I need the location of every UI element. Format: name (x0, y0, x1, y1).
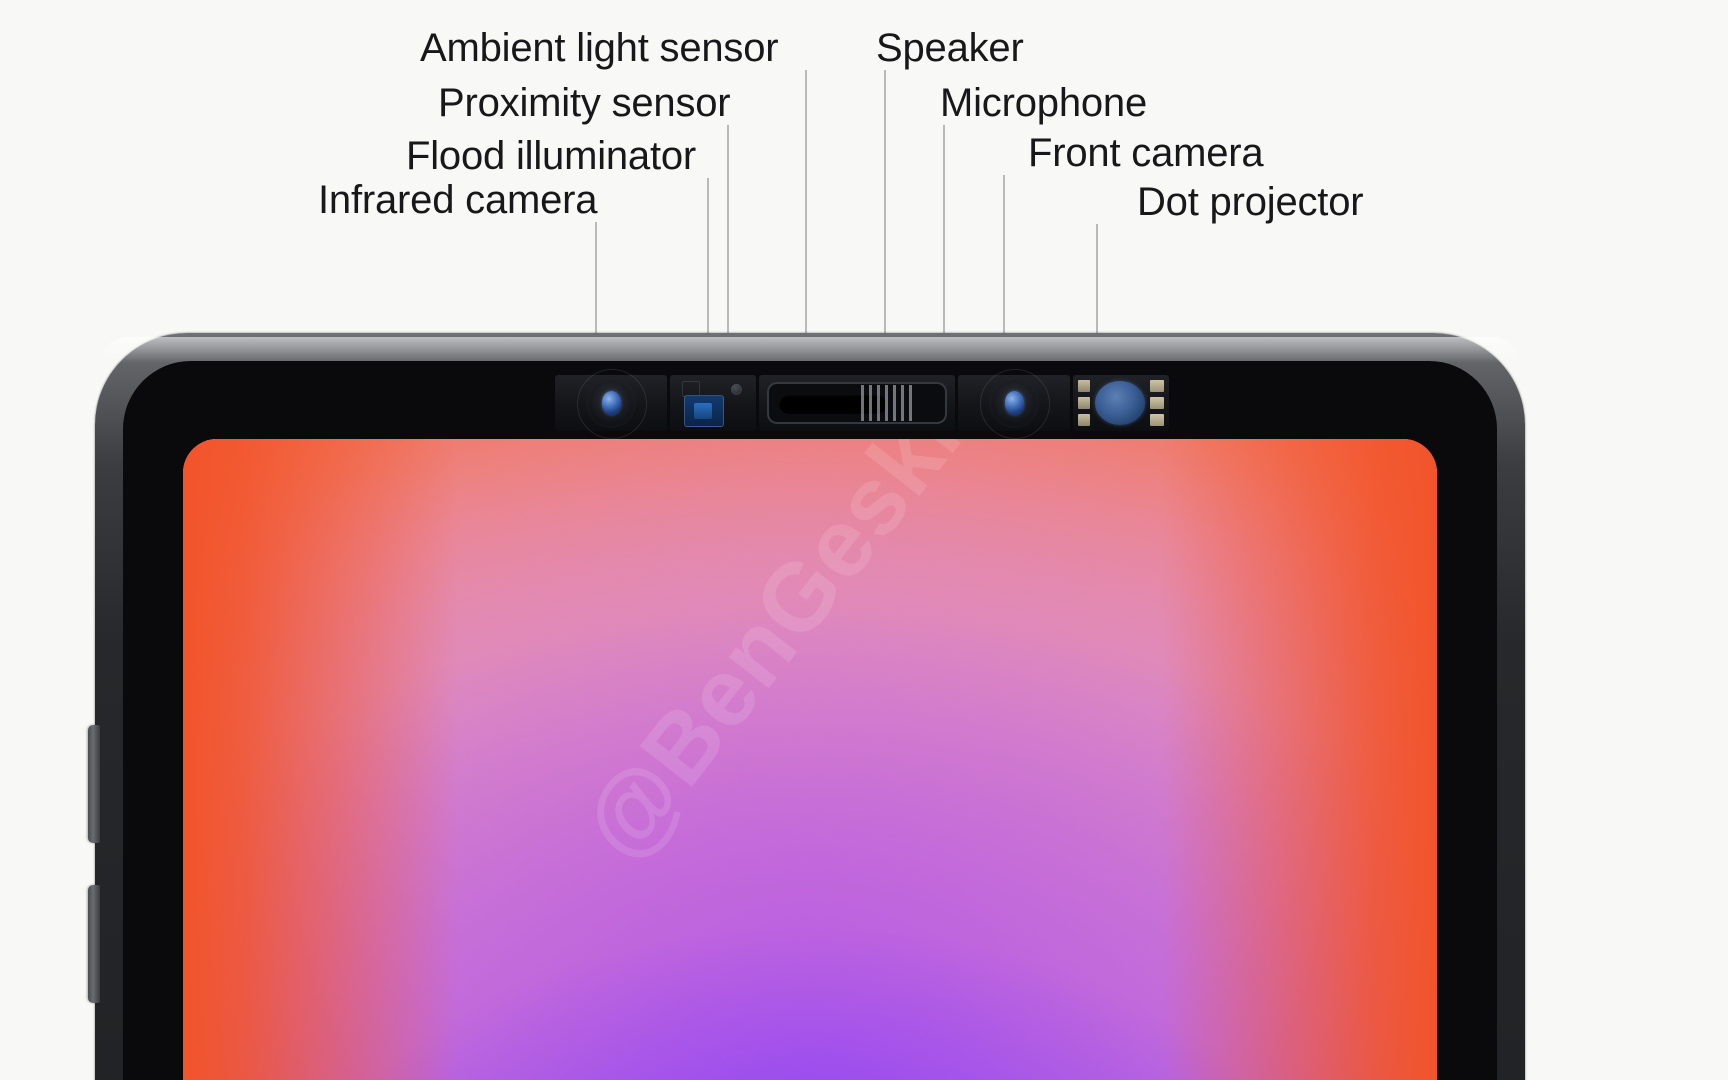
phone-screen: @BenGeskin (183, 439, 1437, 1080)
label-ambient-light-sensor: Ambient light sensor (420, 26, 779, 70)
infrared-camera-lens (555, 369, 667, 439)
infrared-camera-icon (577, 369, 647, 439)
volume-down-button[interactable] (88, 885, 100, 1003)
label-front-camera: Front camera (1028, 131, 1264, 175)
speaker-grille-module (759, 375, 955, 431)
sensor-array (555, 369, 1169, 439)
flood-illuminator-module (670, 375, 756, 431)
phone-device: @BenGeskin (88, 333, 1525, 1080)
phone-bezel: @BenGeskin (123, 361, 1497, 1080)
label-dot-projector: Dot projector (1137, 180, 1364, 224)
diagram-canvas: Ambient light sensor Proximity sensor Fl… (0, 0, 1728, 1080)
label-microphone: Microphone (940, 81, 1148, 125)
label-speaker: Speaker (876, 26, 1024, 70)
dot-projector-module (1073, 375, 1169, 431)
label-infrared-camera: Infrared camera (318, 178, 598, 222)
label-flood-illuminator: Flood illuminator (406, 134, 697, 178)
microphone-grille-icon (861, 385, 915, 421)
volume-up-button[interactable] (88, 725, 100, 843)
proximity-sensor-icon (731, 384, 742, 395)
front-camera-icon (980, 369, 1050, 439)
dot-projector-icon (1095, 381, 1145, 425)
dot-projector-pads-left (1078, 380, 1090, 426)
dot-projector-pads-right (1150, 380, 1164, 426)
label-proximity-sensor: Proximity sensor (438, 81, 731, 125)
flood-illuminator-icon (684, 395, 724, 427)
front-camera-lens (958, 369, 1070, 439)
